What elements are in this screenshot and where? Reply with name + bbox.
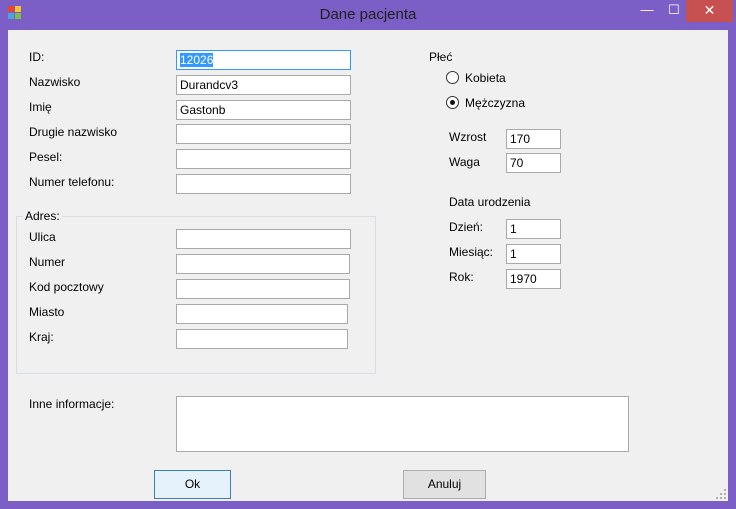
weight-field[interactable]: 70 <box>506 153 561 173</box>
female-radio[interactable] <box>446 71 459 84</box>
minimize-button[interactable]: — <box>632 0 662 22</box>
height-label: Wzrost <box>449 130 487 144</box>
pesel-label: Pesel: <box>29 150 63 164</box>
day-label: Dzień: <box>449 220 484 234</box>
birth-date-header: Data urodzenia <box>449 195 531 209</box>
country-field[interactable] <box>176 329 348 349</box>
street-label: Ulica <box>29 230 56 244</box>
country-label: Kraj: <box>29 330 54 344</box>
close-button[interactable]: ✕ <box>686 0 733 22</box>
female-radio-label[interactable]: Kobieta <box>465 71 506 85</box>
title-bar[interactable]: Dane pacjenta — ☐ ✕ <box>0 0 736 30</box>
id-label: ID: <box>29 50 45 64</box>
city-field[interactable] <box>176 304 348 324</box>
radio-selected-dot <box>450 100 455 105</box>
name-label: Imię <box>29 100 52 114</box>
form-client-area: ID: 12026 Nazwisko Durandcv3 Imię Gaston… <box>8 30 728 501</box>
male-radio-label[interactable]: Mężczyzna <box>465 96 525 110</box>
height-field[interactable]: 170 <box>506 129 561 149</box>
year-label: Rok: <box>449 270 474 284</box>
number-field[interactable] <box>176 254 350 274</box>
cancel-button[interactable]: Anuluj <box>403 470 486 499</box>
month-field[interactable]: 1 <box>506 244 561 264</box>
weight-label: Waga <box>449 155 480 169</box>
ok-button[interactable]: Ok <box>154 470 231 499</box>
surname-label: Nazwisko <box>29 75 81 89</box>
pesel-field[interactable] <box>176 149 351 169</box>
number-label: Numer <box>29 255 66 269</box>
id-value: 12026 <box>180 53 214 67</box>
postal-code-label: Kod pocztowy <box>29 280 104 294</box>
gender-label: Płeć <box>429 50 453 64</box>
postal-code-field[interactable] <box>176 279 350 299</box>
street-field[interactable] <box>176 229 351 249</box>
window-title: Dane pacjenta <box>319 6 417 23</box>
phone-label: Numer telefonu: <box>29 175 115 189</box>
id-field[interactable]: 12026 <box>176 50 351 70</box>
other-info-label: Inne informacje: <box>29 397 115 411</box>
name-field[interactable]: Gastonb <box>176 100 351 120</box>
day-field[interactable]: 1 <box>506 219 561 239</box>
city-label: Miasto <box>29 305 65 319</box>
address-group-label: Adres: <box>23 209 62 223</box>
month-label: Miesiąc: <box>449 245 494 259</box>
male-radio[interactable] <box>446 96 459 109</box>
phone-field[interactable] <box>176 174 351 194</box>
maximize-button[interactable]: ☐ <box>662 0 686 22</box>
year-field[interactable]: 1970 <box>506 269 561 289</box>
other-info-textarea[interactable] <box>176 396 629 452</box>
size-grip-icon[interactable] <box>716 489 726 499</box>
second-surname-field[interactable] <box>176 124 351 144</box>
second-surname-label: Drugie nazwisko <box>29 125 118 139</box>
surname-field[interactable]: Durandcv3 <box>176 75 351 95</box>
